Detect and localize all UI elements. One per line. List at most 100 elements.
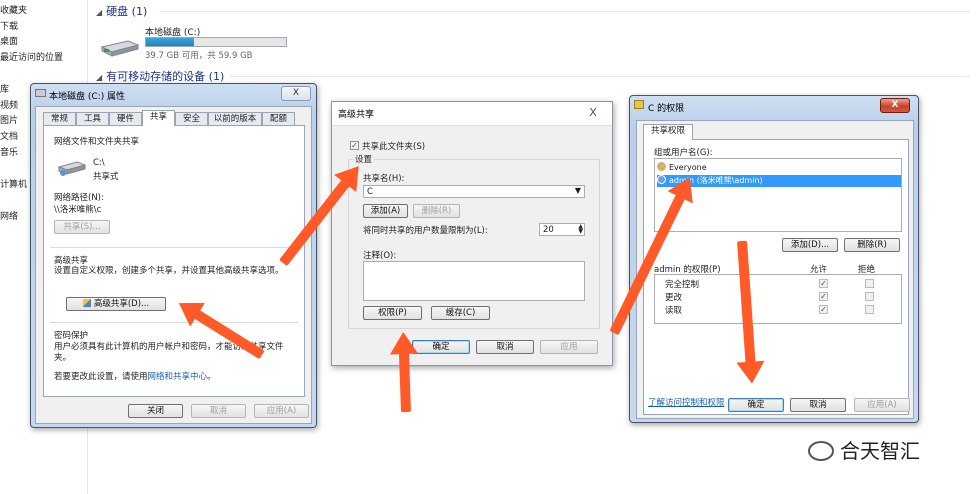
nav-downloads[interactable]: 下载 [0,19,18,32]
add-share-button[interactable]: 添加(A) [363,204,408,218]
tab-sharing[interactable]: 共享 [142,110,175,126]
tab-label: 常规 [50,114,68,124]
tab-general[interactable]: 常规 [43,112,76,126]
allow-checkbox[interactable]: ✓ [819,292,828,301]
button-label: 添加(A) [370,206,401,216]
shield-share-icon [82,299,91,307]
drive-free-space: 39.7 GB 可用，共 59.9 GB [145,51,253,61]
nav-music[interactable]: 音乐 [0,145,18,158]
cache-button[interactable]: 缓存(C) [431,306,490,320]
permissions-button[interactable]: 权限(P) [363,306,422,320]
tab-label: 共享权限 [650,126,685,136]
close-button[interactable]: X [578,106,608,121]
comment-textarea[interactable] [363,261,585,301]
window-title: 高级共享 [338,110,375,120]
properties-client: 常规 工具 硬件 共享 安全 以前的版本 配额 网络文件和文件夹共享 C:\ 共… [35,106,312,424]
deny-checkbox[interactable] [865,305,874,314]
user-group-icon [657,162,666,171]
watermark: 合天智汇 [808,435,920,464]
user-name: Everyone [669,163,707,172]
advanced-share-button[interactable]: 高级共享(D)... [66,297,166,311]
ok-button[interactable]: 确定 [728,398,784,412]
group-label: 有可移动存储的设备 (1) [106,70,225,83]
button-label: 共享(S)... [63,222,101,232]
group-divider [160,11,970,12]
tab-hardware[interactable]: 硬件 [109,112,142,126]
hdd-group-header[interactable]: ◢ 硬盘 (1) [96,3,147,19]
wechat-icon [808,441,834,461]
tab-quota[interactable]: 配额 [262,112,295,126]
button-label: 取消 [809,400,827,410]
button-label: 缓存(C) [445,308,476,318]
share-name-select[interactable]: C ▼ [363,185,585,198]
network-sharing-center-link[interactable]: 网络和共享中心 [148,372,208,382]
share-folder-checkbox[interactable]: ✓ [350,141,359,150]
nav-label: 收藏夹 [0,6,28,16]
nav-documents[interactable]: 文档 [0,129,18,142]
drive-title-icon [35,89,46,97]
drive-usage-bar [145,37,287,47]
close-button[interactable]: X [880,98,910,113]
advanced-share-description: 设置自定义权限，创建多个共享，并设置其他高级共享选项。 [54,266,284,276]
cancel-button[interactable]: 取消 [476,340,534,354]
add-user-button[interactable]: 添加(D)... [782,238,838,252]
group-divider [230,76,970,77]
apply-button[interactable]: 应用(A) [254,404,309,418]
close-dialog-button[interactable]: 关闭 [128,404,183,418]
properties-titlebar[interactable]: 本地磁盘 (C:) 属性 [31,84,316,104]
user-limit-label: 将同时共享的用户数量限制为(L): [363,226,488,236]
close-button[interactable]: X [281,86,311,101]
tab-security[interactable]: 安全 [175,112,208,126]
deny-checkbox[interactable] [865,279,874,288]
share-folder-label: 共享此文件夹(S) [362,142,426,152]
nav-label: 桌面 [0,37,19,47]
nav-favorites[interactable]: 收藏夹 [0,3,27,16]
tab-previous-versions[interactable]: 以前的版本 [208,112,262,126]
permissions-titlebar[interactable]: C 的权限 [630,96,918,116]
advanced-titlebar[interactable]: 高级共享 [332,102,612,126]
apply-button[interactable]: 应用(A) [854,398,910,412]
nav-label: 视频 [0,101,19,111]
tab-tools[interactable]: 工具 [76,112,109,126]
hard-drive-icon[interactable] [100,38,140,58]
nav-recent[interactable]: 最近访问的位置 [0,50,63,63]
permissions-dialog: C 的权限 X 共享权限 组或用户名(G): Everyone admin (洛… [629,95,919,423]
permission-row: 更改 ✓ [655,291,901,303]
close-icon: X [589,106,597,119]
deny-checkbox[interactable] [865,292,874,301]
apply-button[interactable]: 应用 [540,340,598,354]
list-item-everyone[interactable]: Everyone [657,162,901,174]
ok-button[interactable]: 确定 [412,340,470,354]
spinner-value: 20 [543,225,554,235]
nav-label: 图片 [0,116,19,126]
nav-libraries[interactable]: 库 [0,82,9,95]
select-value: C [367,187,373,197]
user-limit-spinner[interactable]: 20 ▲ ▼ [539,223,585,236]
watermark-text: 合天智汇 [840,439,920,463]
nav-desktop[interactable]: 桌面 [0,34,18,47]
section-heading: 高级共享 [54,256,89,266]
learn-access-control-link[interactable]: 了解访问控制和权限 [648,396,725,408]
share-button[interactable]: 共享(S)... [54,220,110,234]
hint-text: 若要更改此设置，请使用 [54,372,148,382]
nav-label: 库 [0,85,10,95]
tab-share-permissions[interactable]: 共享权限 [643,124,693,140]
remove-user-button[interactable]: 删除(R) [844,238,900,252]
share-type: 共享式 [93,172,119,182]
cancel-button[interactable]: 取消 [790,398,846,412]
permission-row: 读取 ✓ [655,304,901,316]
nav-computer[interactable]: 计算机 [0,177,27,190]
nav-videos[interactable]: 视频 [0,98,18,111]
cancel-button[interactable]: 取消 [191,404,246,418]
user-icon [657,175,666,184]
removable-group-header[interactable]: ◢ 有可移动存储的设备 (1) [96,68,224,84]
group-users-label: 组或用户名(G): [654,148,713,158]
button-label: 权限(P) [378,308,407,318]
nav-pictures[interactable]: 图片 [0,113,18,126]
allow-checkbox[interactable]: ✓ [819,305,828,314]
nav-network[interactable]: 网络 [0,209,18,222]
button-label: 应用 [560,342,578,352]
delete-share-button[interactable]: 删除(R) [413,204,460,218]
allow-checkbox[interactable]: ✓ [819,279,828,288]
button-label: 添加(D)... [790,240,830,250]
